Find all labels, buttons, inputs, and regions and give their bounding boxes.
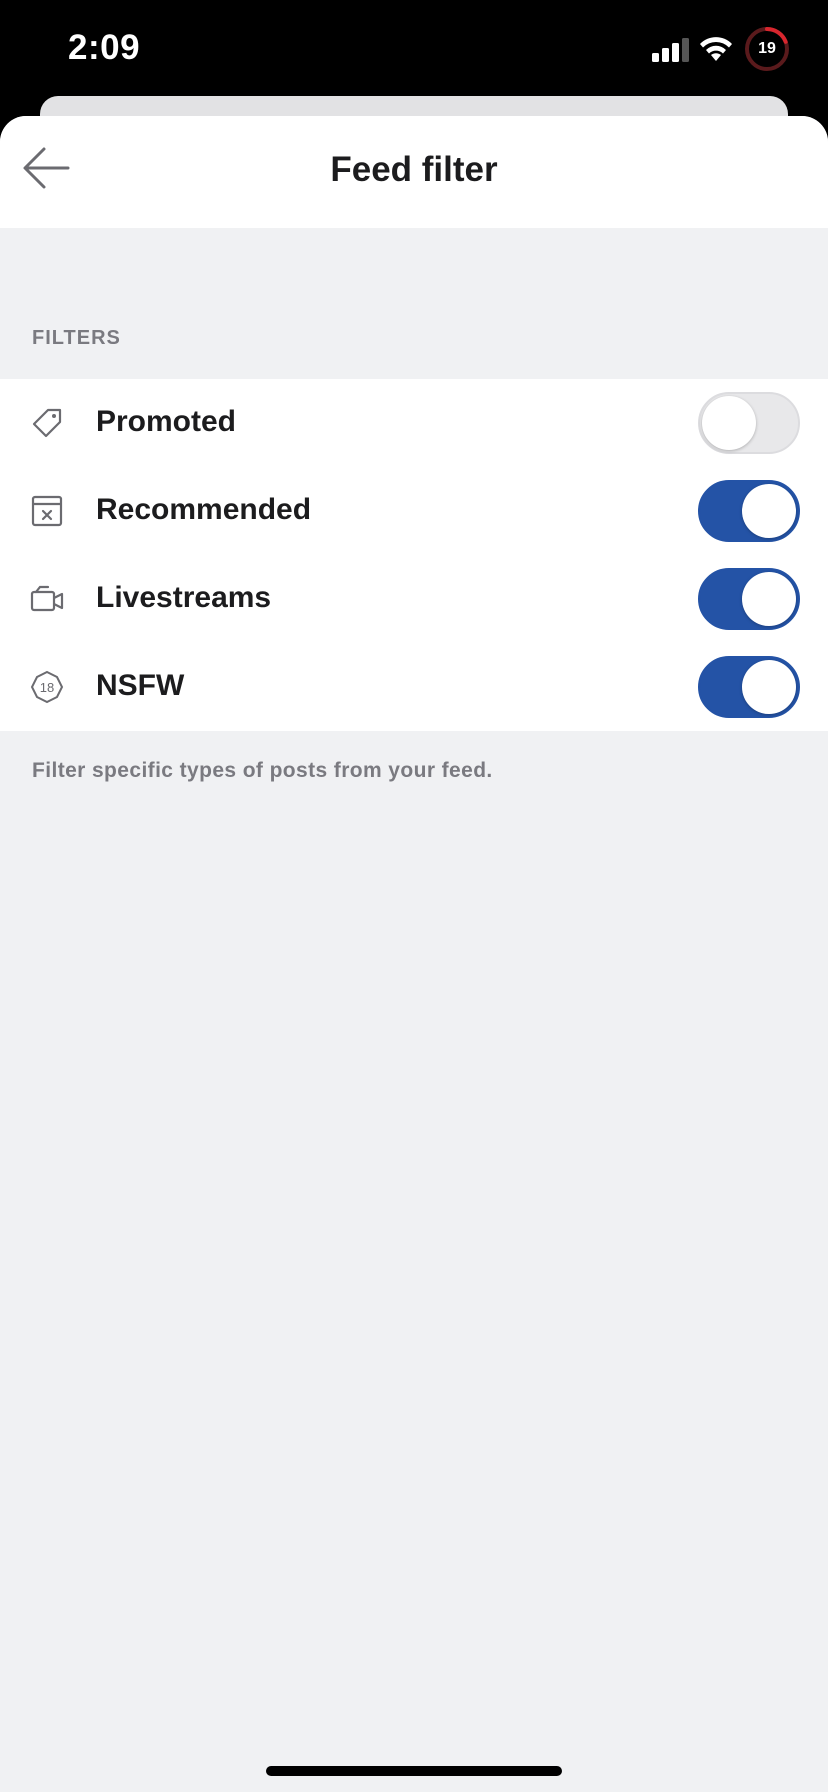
nsfw-toggle[interactable] bbox=[698, 656, 800, 718]
cellular-signal-icon bbox=[652, 38, 689, 62]
page-title: Feed filter bbox=[330, 150, 498, 189]
filter-row-recommended: Recommended bbox=[0, 467, 828, 555]
status-bar: 2:09 19 bbox=[0, 0, 828, 100]
wifi-icon bbox=[700, 37, 732, 61]
filter-row-nsfw: 18 NSFW bbox=[0, 643, 828, 731]
status-time: 2:09 bbox=[68, 28, 141, 67]
home-indicator bbox=[266, 1766, 562, 1776]
hide-post-icon bbox=[31, 495, 63, 527]
filter-label: Recommended bbox=[96, 493, 312, 526]
toggle-knob bbox=[702, 396, 756, 450]
filter-label: NSFW bbox=[96, 669, 185, 702]
filter-row-promoted: Promoted bbox=[0, 379, 828, 467]
promoted-toggle[interactable] bbox=[698, 392, 800, 454]
feed-filter-sheet: Feed filter FILTERS Promoted Recommended bbox=[0, 116, 828, 1792]
tag-icon bbox=[32, 408, 62, 438]
toggle-knob bbox=[742, 484, 796, 538]
recommended-toggle[interactable] bbox=[698, 480, 800, 542]
filters-list: Promoted Recommended Livestreams 18 NSFW bbox=[0, 379, 828, 731]
section-footer-note: Filter specific types of posts from your… bbox=[32, 759, 493, 782]
svg-text:18: 18 bbox=[40, 680, 54, 695]
section-header: FILTERS bbox=[32, 327, 121, 349]
livestreams-toggle[interactable] bbox=[698, 568, 800, 630]
filter-row-livestreams: Livestreams bbox=[0, 555, 828, 643]
toggle-knob bbox=[742, 572, 796, 626]
toggle-knob bbox=[742, 660, 796, 714]
navigation-bar: Feed filter bbox=[0, 116, 828, 228]
battery-level: 19 bbox=[758, 40, 776, 57]
video-camera-icon bbox=[30, 585, 64, 612]
filter-label: Promoted bbox=[96, 405, 237, 438]
filter-label: Livestreams bbox=[96, 581, 272, 614]
nsfw-18-icon: 18 bbox=[30, 670, 64, 704]
